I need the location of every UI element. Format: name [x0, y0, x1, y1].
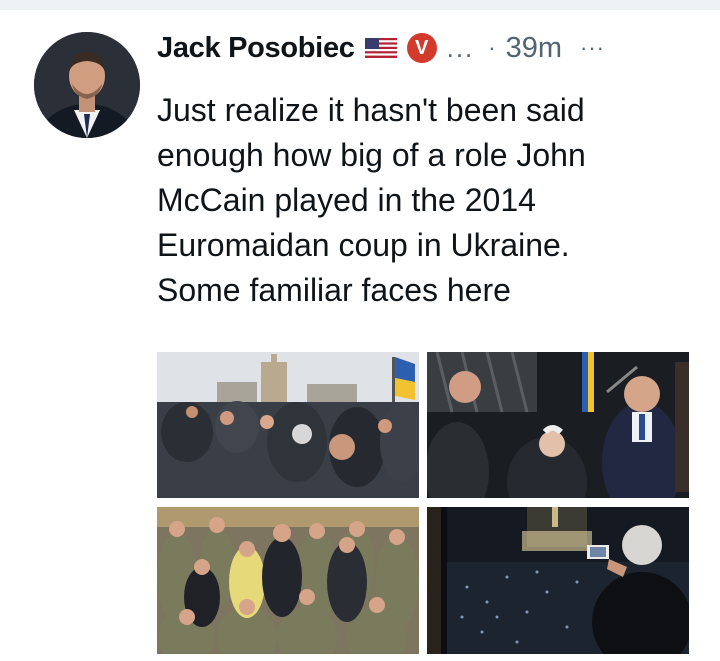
more-options-icon[interactable]: ··· — [580, 35, 605, 61]
top-divider — [0, 0, 720, 10]
tweet-header: Jack Posobiec V ... · 39m ··· — [157, 26, 707, 70]
name-truncation: ... — [446, 32, 475, 63]
tweet-text-line: enough how big of a role John — [157, 137, 586, 173]
group-with-soldiers-photo[interactable] — [157, 507, 419, 654]
us-flag-icon — [364, 38, 397, 58]
tweet-timestamp[interactable]: 39m — [506, 32, 562, 65]
stage-speakers-photo[interactable] — [427, 352, 689, 498]
tweet-text-line: McCain played in the 2014 — [157, 182, 536, 218]
tweet-text-line: Just realize it hasn't been said — [157, 92, 585, 128]
author-avatar[interactable] — [34, 32, 140, 138]
header-separator: · — [488, 35, 496, 60]
tweet-text-line: Some familiar faces here — [157, 272, 511, 308]
tweet-text-line: Euromaidan coup in Ukraine. — [157, 227, 570, 263]
crowd-in-square-photo[interactable] — [157, 352, 419, 498]
night-square-from-window-photo[interactable] — [427, 507, 689, 654]
tweet-body: Just realize it hasn't been said enough … — [157, 88, 702, 313]
media-grid — [157, 352, 689, 654]
author-display-name[interactable]: Jack Posobiec — [157, 32, 355, 65]
verified-v-badge-icon: V — [406, 33, 437, 63]
